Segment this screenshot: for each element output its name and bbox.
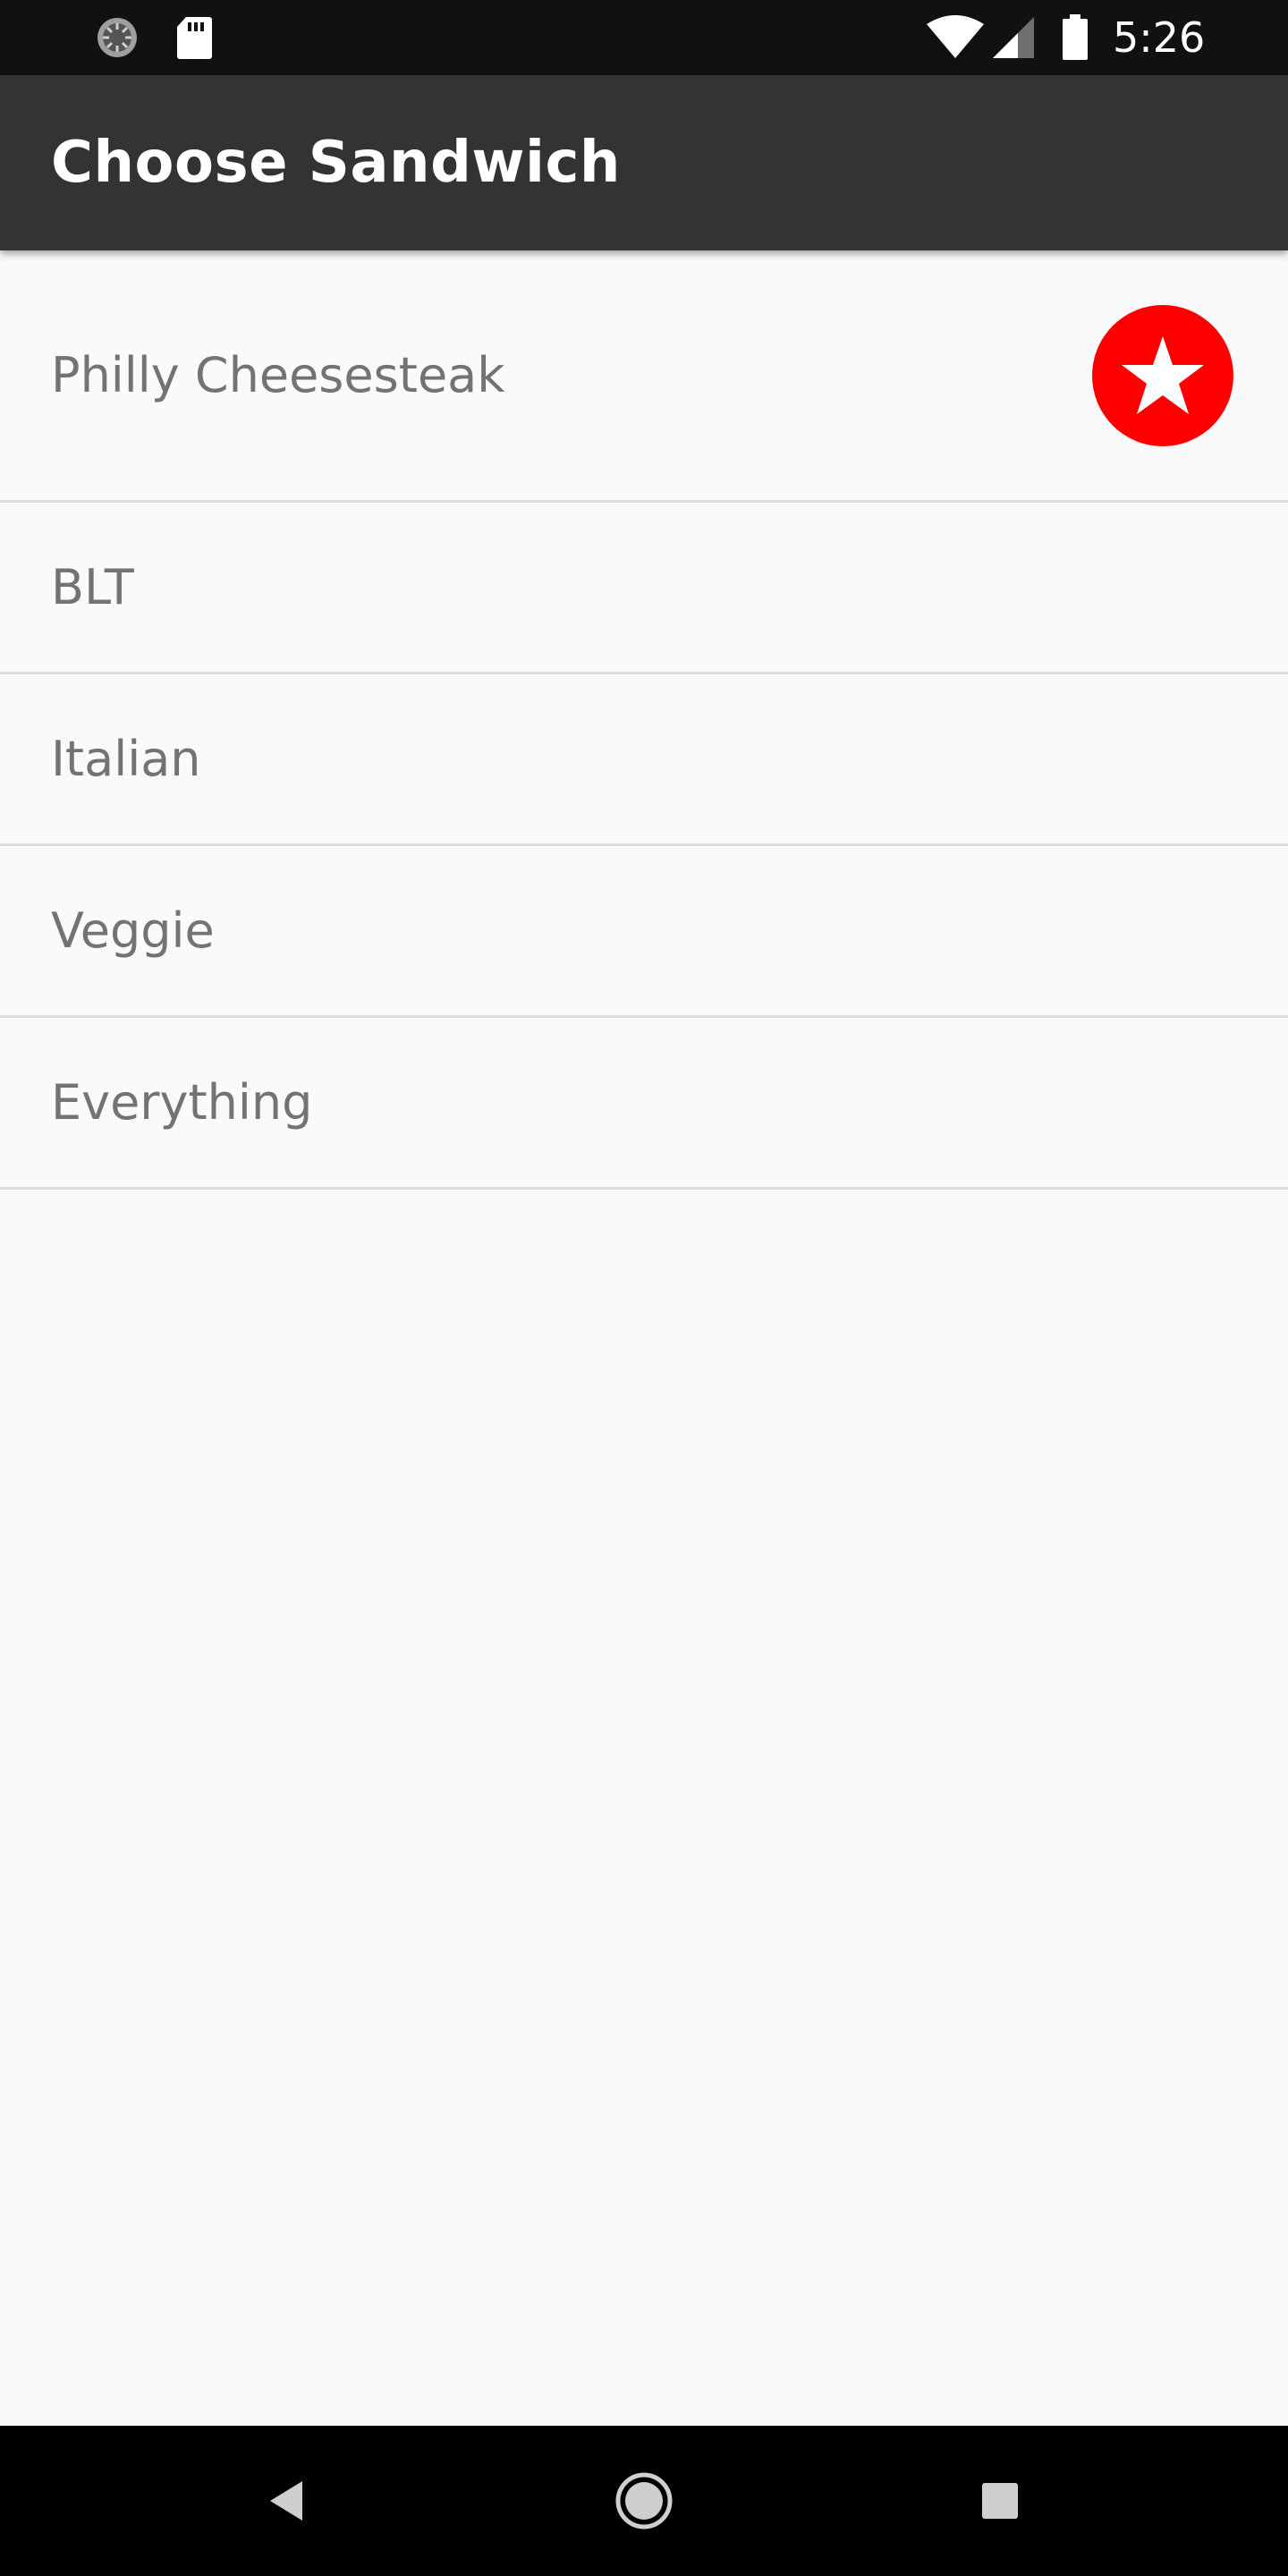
favorite-star-button[interactable] xyxy=(1092,305,1233,446)
navigation-bar xyxy=(0,2426,1288,2576)
battery-icon xyxy=(1061,0,1089,75)
back-button[interactable] xyxy=(215,2426,358,2576)
sandwich-list: Philly Cheesesteak BLT Italian Veggie Ev… xyxy=(0,250,1288,1190)
screen: 5:26 Choose Sandwich Philly Cheesesteak … xyxy=(0,0,1288,2576)
list-item[interactable]: Italian xyxy=(0,674,1288,846)
home-button[interactable] xyxy=(572,2426,716,2576)
recents-button[interactable] xyxy=(928,2426,1072,2576)
home-icon xyxy=(615,2472,673,2529)
list-item-label: Philly Cheesesteak xyxy=(51,347,505,403)
sync-icon xyxy=(95,0,140,75)
cell-signal-icon xyxy=(991,0,1036,75)
list-item-label: Italian xyxy=(51,731,201,787)
page-title: Choose Sandwich xyxy=(51,130,621,196)
status-time: 5:26 xyxy=(1113,13,1206,62)
list-item[interactable]: BLT xyxy=(0,503,1288,674)
back-icon xyxy=(270,2481,302,2521)
wifi-icon xyxy=(927,0,984,75)
list-item[interactable]: Philly Cheesesteak xyxy=(0,250,1288,503)
list-item-label: Everything xyxy=(51,1074,313,1131)
status-bar: 5:26 xyxy=(0,0,1288,75)
app-bar: Choose Sandwich xyxy=(0,75,1288,250)
list-item-label: Veggie xyxy=(51,902,215,959)
star-icon xyxy=(1122,336,1204,414)
sd-card-icon xyxy=(175,0,213,75)
list-item[interactable]: Veggie xyxy=(0,846,1288,1018)
recents-icon xyxy=(982,2483,1018,2519)
list-item[interactable]: Everything xyxy=(0,1018,1288,1190)
list-item-label: BLT xyxy=(51,559,134,615)
